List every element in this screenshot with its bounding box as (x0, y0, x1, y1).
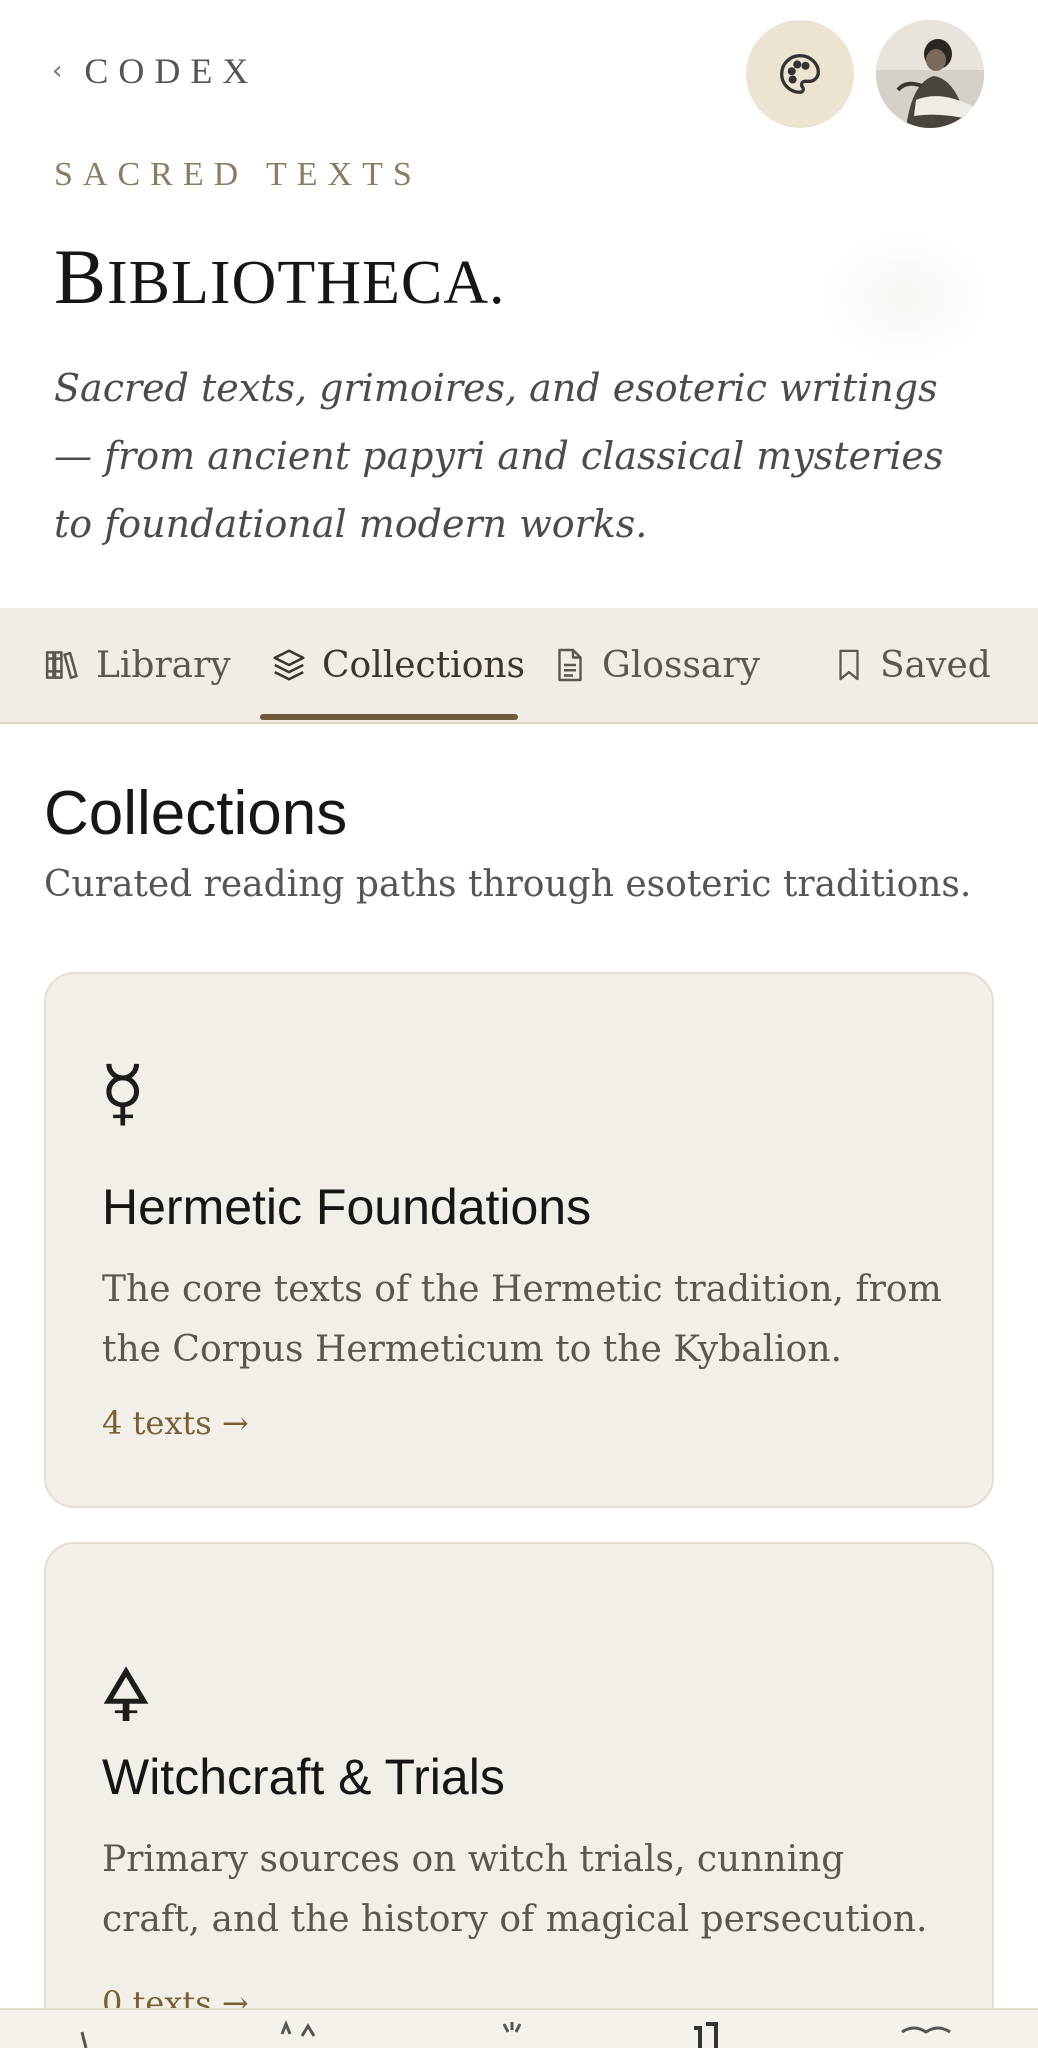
back-link[interactable]: ‹ CODEX (52, 50, 258, 92)
tab-collections-label: Collections (322, 644, 526, 686)
tab-saved-label: Saved (880, 644, 991, 686)
bottom-navigation (0, 2008, 1038, 2048)
palette-icon (780, 54, 820, 94)
chevron-left-icon: ‹ (52, 56, 63, 86)
tab-saved[interactable]: Saved (832, 608, 991, 722)
tab-library[interactable]: Library (44, 608, 231, 722)
document-icon (558, 648, 582, 682)
tab-glossary[interactable]: Glossary (552, 608, 760, 722)
collection-card-witchcraft[interactable]: 🜍 Witchcraft & Trials Primary sources on… (44, 1542, 994, 2048)
top-bar: ‹ CODEX (0, 0, 1038, 150)
page-title: BIBLIOTHECA. (54, 232, 505, 322)
mercury-icon: ☿ (100, 1050, 146, 1136)
eyebrow-label: SACRED TEXTS (54, 156, 422, 193)
section-subtitle: Curated reading paths through esoteric t… (44, 864, 972, 905)
page-title-rest: IBLIOTHECA. (107, 249, 506, 317)
back-label: CODEX (84, 51, 259, 91)
sparkle-nav-icon[interactable] (268, 2018, 328, 2048)
collection-description: The core texts of the Hermetic tradition… (102, 1269, 942, 1370)
page-title-initial: B (54, 233, 108, 320)
collection-name: Witchcraft & Trials (102, 1749, 505, 1805)
tab-library-label: Library (96, 644, 231, 686)
active-tab-indicator (260, 714, 518, 720)
book-open-nav-icon[interactable] (896, 2018, 956, 2048)
layers-icon (273, 649, 305, 681)
library-nav-icon[interactable] (682, 2018, 742, 2048)
tab-collections[interactable]: Collections (270, 608, 525, 722)
tab-glossary-label: Glossary (602, 644, 760, 686)
page-subtitle: Sacred texts, grimoires, and esoteric wr… (54, 366, 944, 546)
decorative-glow (820, 232, 990, 362)
collection-name: Hermetic Foundations (102, 1179, 592, 1235)
collection-card-hermetic[interactable]: ☿ Hermetic Foundations The core texts of… (44, 972, 994, 1508)
user-avatar[interactable] (876, 20, 984, 128)
back-nav-icon[interactable] (64, 2018, 124, 2048)
sulfur-icon: 🜍 (100, 1653, 153, 1739)
tab-bar: Library Collections Glossary Saved (0, 608, 1038, 724)
theme-palette-button[interactable] (746, 20, 854, 128)
sun-nav-icon[interactable] (482, 2018, 542, 2048)
bookmark-icon (839, 649, 859, 681)
avatar-photo (876, 20, 984, 128)
collection-count-link[interactable]: 4 texts → (102, 1404, 249, 1442)
collection-description: Primary sources on witch trials, cunning… (102, 1839, 928, 1940)
section-title: Collections (44, 779, 348, 848)
books-icon (45, 651, 78, 679)
